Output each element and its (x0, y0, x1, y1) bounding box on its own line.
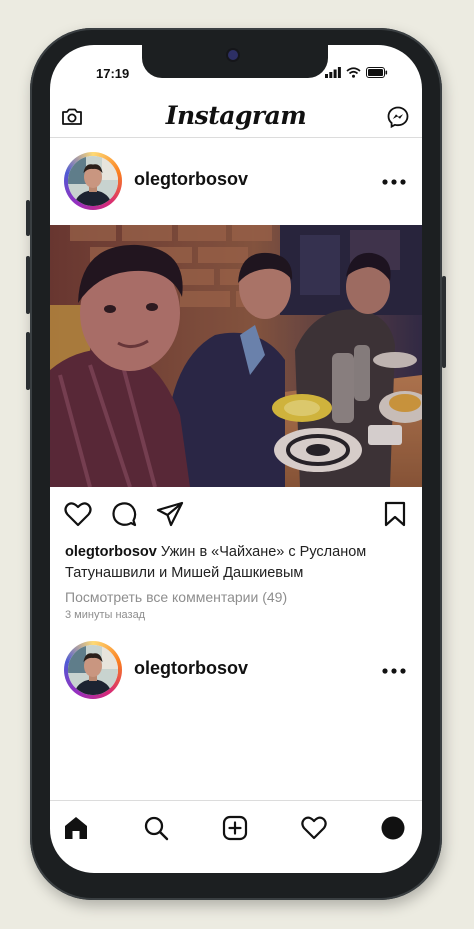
bottom-nav (50, 800, 422, 856)
instagram-header: Instagram (50, 97, 422, 138)
notch (142, 45, 328, 78)
add-post-icon[interactable] (222, 815, 248, 841)
status-icons (325, 67, 388, 78)
bookmark-icon[interactable] (384, 501, 406, 527)
post-timestamp: 3 минуты назад (65, 609, 146, 621)
post-actions (50, 501, 422, 533)
more-options-icon[interactable] (382, 668, 406, 674)
post-username[interactable]: olegtorbosov (134, 169, 248, 190)
post-username[interactable]: olegtorbosov (134, 658, 248, 679)
post-header-2: olegtorbosov (50, 637, 422, 701)
story-ring[interactable] (64, 641, 122, 699)
front-camera (228, 50, 238, 60)
avatar[interactable] (68, 645, 118, 695)
more-options-icon[interactable] (382, 179, 406, 185)
post-header: olegtorbosov (50, 148, 422, 212)
view-comments-link[interactable]: Посмотреть все комментарии (49) (65, 589, 287, 605)
signal-icon (325, 67, 341, 78)
status-time: 17:19 (96, 66, 130, 81)
heart-icon[interactable] (64, 501, 92, 527)
battery-icon (366, 67, 388, 78)
caption-username[interactable]: olegtorbosov (65, 544, 157, 560)
messenger-icon[interactable] (386, 105, 410, 129)
power-button (442, 276, 446, 368)
post-caption: olegtorbosov Ужин в «Чайхане» с Русланом… (65, 542, 415, 584)
post-photo[interactable] (50, 225, 422, 487)
volume-down-button (26, 332, 30, 390)
phone-screen: 17:19 Instagram olegtorbosov olegtorboso… (50, 45, 422, 873)
mute-switch (26, 200, 30, 236)
activity-heart-icon[interactable] (301, 815, 327, 841)
volume-up-button (26, 256, 30, 314)
profile-icon[interactable] (380, 815, 406, 841)
search-icon[interactable] (143, 815, 169, 841)
story-ring[interactable] (64, 152, 122, 210)
avatar[interactable] (68, 156, 118, 206)
wifi-icon (346, 67, 361, 78)
comment-icon[interactable] (111, 501, 137, 527)
instagram-logo: Instagram (165, 101, 307, 130)
share-icon[interactable] (156, 501, 184, 527)
home-icon[interactable] (63, 815, 89, 841)
